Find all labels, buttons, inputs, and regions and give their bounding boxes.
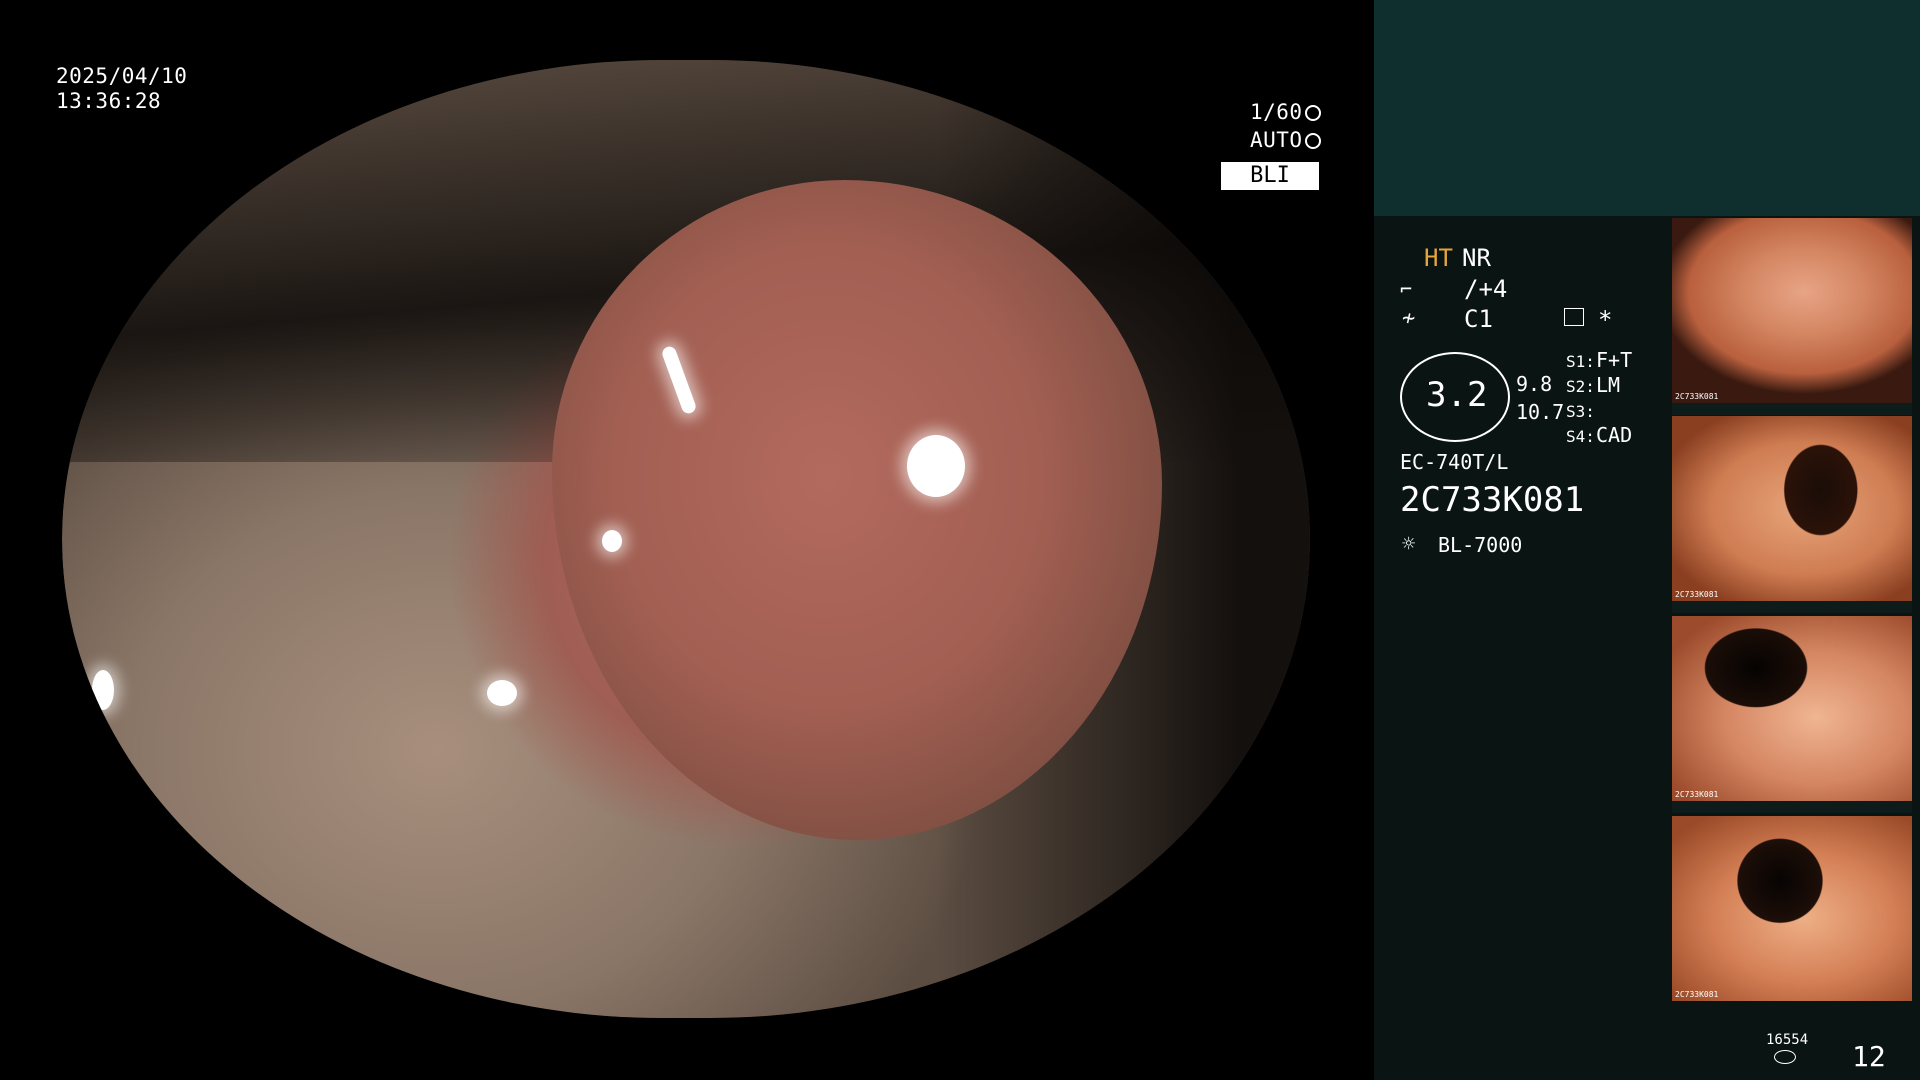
thumbnail-image: [1672, 218, 1912, 403]
s1-label: S1:: [1566, 352, 1595, 371]
zoom-value: 3.2: [1426, 375, 1488, 415]
capture-count: 12: [1852, 1040, 1886, 1073]
thumbnail-divider: [1672, 403, 1912, 415]
shutter-icon: [1304, 105, 1321, 121]
scope-serial: 2C733K081: [1400, 480, 1585, 520]
capture-thumbnail[interactable]: 2C733K081: [1672, 616, 1912, 801]
thumbnail-divider: [1672, 601, 1912, 613]
panel-header: [1374, 0, 1920, 216]
endoscope-view: [62, 60, 1310, 1018]
capture-thumbnail[interactable]: 2C733K081: [1672, 816, 1912, 1001]
nr-label: NR: [1462, 244, 1491, 272]
zoom-side-2: 10.7: [1516, 400, 1565, 424]
capture-thumbnail[interactable]: 2C733K081: [1672, 416, 1912, 601]
light-reflection: [487, 680, 517, 706]
s4-label: S4:: [1566, 427, 1595, 446]
shutter-value: 1/60: [1250, 100, 1303, 124]
scope-model: EC-740T/L: [1400, 450, 1509, 474]
s3-label: S3:: [1566, 402, 1595, 421]
thumbnail-divider: [1672, 801, 1912, 813]
capture-thumbnail[interactable]: 2C733K081: [1672, 218, 1912, 403]
thumbnail-label: 2C733K081: [1675, 990, 1719, 999]
iris-readout: AUTO: [1250, 127, 1321, 153]
light-reflection: [92, 670, 114, 710]
s4-value: CAD: [1596, 423, 1633, 447]
thumbnail-label: 2C733K081: [1675, 392, 1719, 401]
ht-label: HT: [1424, 244, 1453, 272]
star-label: *: [1598, 306, 1613, 334]
light-reflection: [602, 530, 622, 552]
thumbnail-image: [1672, 616, 1912, 801]
iris-mode: AUTO: [1250, 128, 1303, 152]
s2-label: S2:: [1566, 377, 1595, 396]
light-source-label: BL-7000: [1438, 533, 1523, 557]
thumbnail-image: [1672, 416, 1912, 601]
s2-value: LM: [1596, 373, 1621, 397]
storage-icon: [1774, 1050, 1796, 1064]
light-reflection: [907, 435, 965, 497]
iris-icon: [1304, 133, 1321, 149]
time-label: 13:36:28: [56, 89, 162, 113]
color-icon: ≁: [1402, 306, 1416, 331]
storage-count: 16554: [1766, 1032, 1809, 1048]
thumbnail-label: 2C733K081: [1675, 790, 1719, 799]
light-source-icon: ☼: [1402, 532, 1416, 557]
light-mode-badge: BLI: [1221, 162, 1319, 190]
shutter-readout: 1/60: [1250, 99, 1321, 125]
enhance-value: /+4: [1464, 275, 1508, 303]
thumbnail-label: 2C733K081: [1675, 590, 1719, 599]
settings-icon: [1564, 308, 1584, 326]
zoom-side-1: 9.8: [1516, 372, 1553, 396]
enhance-icon: ⌐: [1400, 277, 1413, 301]
thumbnail-image: [1672, 816, 1912, 1001]
color-value: C1: [1464, 305, 1493, 333]
date-label: 2025/04/10: [56, 64, 188, 88]
s1-value: F+T: [1596, 348, 1633, 372]
